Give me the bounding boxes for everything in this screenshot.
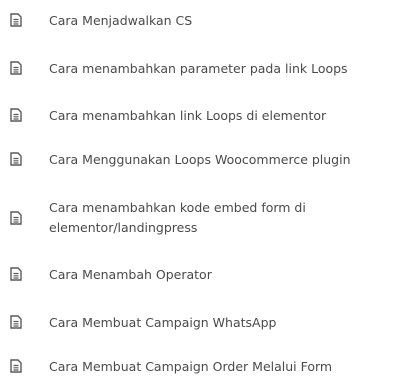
document-icon: [10, 315, 22, 329]
document-icon: [10, 359, 22, 373]
article-link-link-loops-elementor[interactable]: Cara menambahkan link Loops di elementor: [0, 106, 405, 125]
document-icon: [10, 152, 22, 166]
document-icon: [10, 267, 22, 281]
article-link-menjadwalkan-cs[interactable]: Cara Menjadwalkan CS: [0, 11, 405, 30]
article-label: Cara menambahkan link Loops di elementor: [49, 108, 327, 123]
article-link-woocommerce-plugin[interactable]: Cara Menggunakan Loops Woocommerce plugi…: [0, 150, 405, 169]
article-link-campaign-order-form[interactable]: Cara Membuat Campaign Order Melalui Form: [0, 357, 405, 376]
article-label: Cara menambahkan parameter pada link Loo…: [49, 61, 348, 76]
article-link-parameter-link-loops[interactable]: Cara menambahkan parameter pada link Loo…: [0, 59, 405, 78]
article-label: Cara Menjadwalkan CS: [49, 13, 193, 28]
article-link-campaign-whatsapp[interactable]: Cara Membuat Campaign WhatsApp: [0, 313, 405, 332]
article-link-menambah-operator[interactable]: Cara Menambah Operator: [0, 265, 405, 284]
document-icon: [10, 108, 22, 122]
document-icon: [10, 13, 22, 27]
article-list: Cara Menjadwalkan CS Cara menambahkan pa…: [0, 0, 405, 381]
document-icon: [10, 211, 22, 225]
article-label: Cara Menggunakan Loops Woocommerce plugi…: [49, 152, 351, 167]
document-icon: [10, 61, 22, 75]
article-label: Cara Membuat Campaign Order Melalui Form: [49, 359, 333, 374]
article-label: Cara menambahkan kode embed form di elem…: [49, 200, 306, 235]
article-link-kode-embed-form[interactable]: Cara menambahkan kode embed form di elem…: [0, 198, 405, 238]
article-label: Cara Membuat Campaign WhatsApp: [49, 315, 277, 330]
article-label: Cara Menambah Operator: [49, 267, 212, 282]
